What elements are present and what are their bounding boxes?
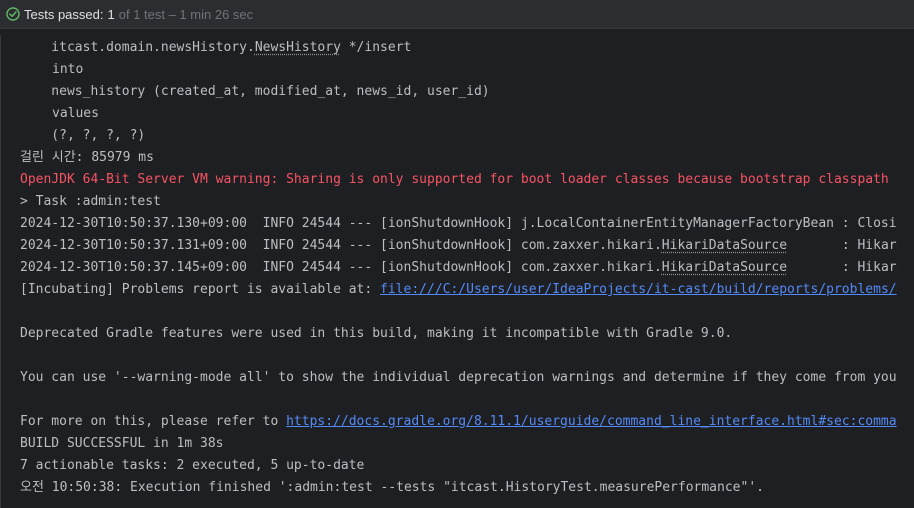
- log-line: 2024-12-30T10:50:37.145+09:00 INFO 24544…: [20, 260, 897, 275]
- console-line: 걸린 시간: 85979 ms: [20, 150, 154, 165]
- jvm-warning-line: OpenJDK 64-Bit Server VM warning: Sharin…: [20, 172, 889, 187]
- console-line: (?, ?, ?, ?): [20, 128, 146, 143]
- tasks-summary-line: 7 actionable tasks: 2 executed, 5 up-to-…: [20, 458, 365, 473]
- console-line: news_history (created_at, modified_at, n…: [20, 84, 490, 99]
- gradle-docs-link[interactable]: https://docs.gradle.org/8.11.1/userguide…: [286, 414, 896, 429]
- build-result-line: BUILD SUCCESSFUL in 1m 38s: [20, 436, 224, 451]
- problems-report-link[interactable]: file:///C:/Users/user/IdeaProjects/it-ca…: [380, 282, 897, 297]
- check-circle-icon: [6, 7, 20, 21]
- warning-mode-line: You can use '--warning-mode all' to show…: [20, 370, 897, 385]
- test-status-bar: Tests passed: 1 of 1 test – 1 min 26 sec: [0, 0, 914, 29]
- console-line: itcast.domain.newsHistory.NewsHistory */…: [20, 40, 412, 55]
- tests-passed-count: 1: [107, 6, 115, 22]
- problems-report-line: [Incubating] Problems report is availabl…: [20, 282, 897, 297]
- run-tool-window: Tests passed: 1 of 1 test – 1 min 26 sec…: [0, 0, 914, 508]
- log-line: 2024-12-30T10:50:37.131+09:00 INFO 24544…: [20, 238, 897, 253]
- log-line: 2024-12-30T10:50:37.130+09:00 INFO 24544…: [20, 216, 897, 231]
- console-output[interactable]: itcast.domain.newsHistory.NewsHistory */…: [0, 35, 914, 508]
- task-line: > Task :admin:test: [20, 194, 161, 209]
- deprecated-line: Deprecated Gradle features were used in …: [20, 326, 733, 341]
- console-line: values: [52, 106, 99, 121]
- execution-finished-line: 오전 10:50:38: Execution finished ':admin:…: [20, 480, 764, 495]
- more-info-line: For more on this, please refer to https:…: [20, 414, 897, 429]
- console-line: into: [52, 62, 84, 77]
- tests-passed-label: Tests passed:: [24, 6, 104, 22]
- tests-passed-detail: of 1 test – 1 min 26 sec: [118, 6, 254, 22]
